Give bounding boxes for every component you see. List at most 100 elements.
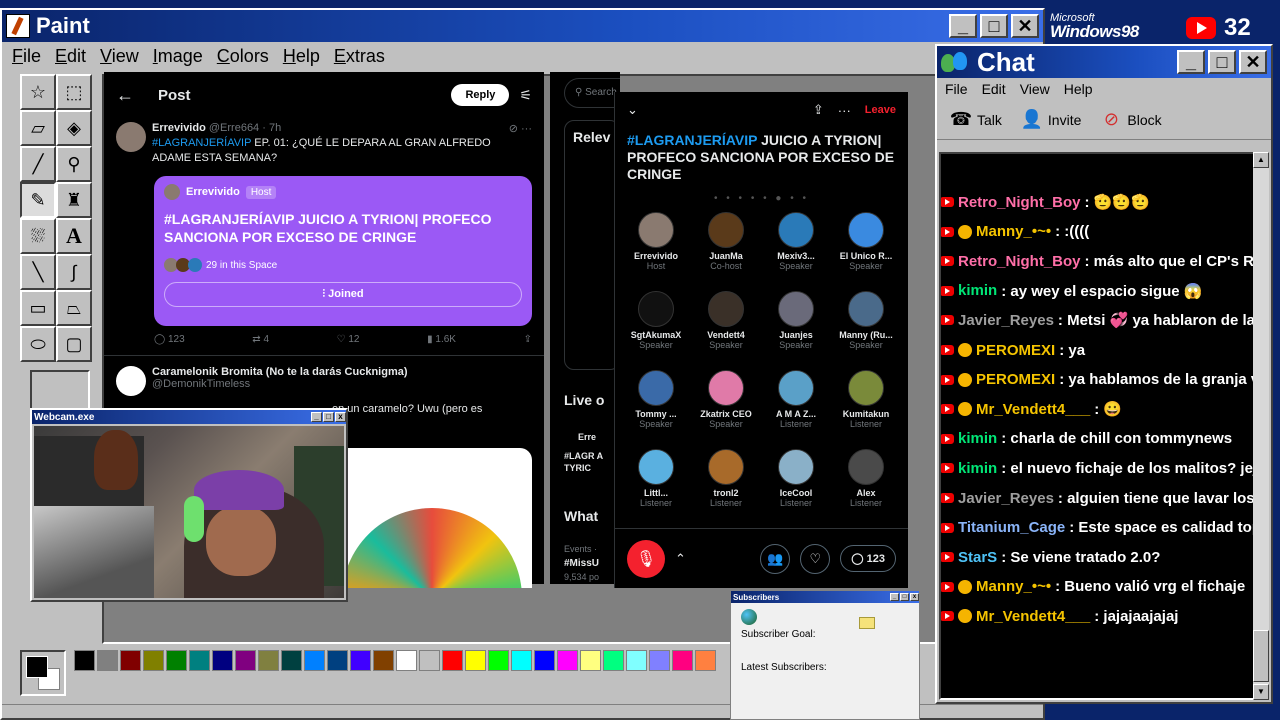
participant[interactable]: Littl... Listener	[621, 449, 691, 528]
palette-swatch[interactable]	[626, 650, 647, 671]
participant-avatar[interactable]	[708, 370, 744, 406]
scroll-up-icon[interactable]: ▲	[1253, 152, 1269, 168]
brush-icon[interactable]: ♜	[56, 182, 92, 218]
subscribers-window[interactable]: Subscribers _ □ x Subscriber Goal: Lates…	[730, 590, 920, 720]
palette-swatch[interactable]	[465, 650, 486, 671]
reply-action[interactable]: ◯ 123	[154, 334, 185, 345]
participant[interactable]: Tommy ... Speaker	[621, 370, 691, 449]
rectangle-icon[interactable]: ▭	[20, 290, 56, 326]
palette-swatch[interactable]	[419, 650, 440, 671]
participant[interactable]: IceCool Listener	[761, 449, 831, 528]
participant[interactable]: Juanjes Speaker	[761, 291, 831, 370]
avatar[interactable]	[116, 122, 146, 152]
palette-swatch[interactable]	[189, 650, 210, 671]
participant[interactable]: El Unico R... Speaker	[831, 212, 901, 291]
chat-username[interactable]: kimin	[958, 460, 997, 477]
participant[interactable]: Errevivido Host	[621, 212, 691, 291]
tweet-author-name[interactable]: Errevivido	[152, 122, 206, 134]
participant-avatar[interactable]	[848, 449, 884, 485]
participant-avatar[interactable]	[848, 212, 884, 248]
palette-swatch[interactable]	[212, 650, 233, 671]
palette-swatch[interactable]	[511, 650, 532, 671]
participant-avatar[interactable]	[778, 449, 814, 485]
chat-username[interactable]: Javier_Reyes	[958, 490, 1054, 507]
participant[interactable]: tronl2 Listener	[691, 449, 761, 528]
more-options-icon[interactable]: ···	[838, 103, 851, 118]
rect-select-icon[interactable]: ⬚	[56, 74, 92, 110]
react-heart-icon[interactable]: ♡	[800, 543, 831, 574]
chat-username[interactable]: Mr_Vendett4___	[976, 608, 1090, 625]
airbrush-icon[interactable]: ⛆	[20, 218, 56, 254]
chevron-up-icon[interactable]: ⌃	[675, 551, 686, 567]
trend-tag[interactable]: #MissU	[564, 558, 599, 569]
menu-file[interactable]: File	[12, 46, 41, 67]
close-button[interactable]: ✕	[1239, 50, 1267, 74]
curve-icon[interactable]: ∫	[56, 254, 92, 290]
participant-avatar[interactable]	[708, 449, 744, 485]
magnifier-icon[interactable]: ⚲	[56, 146, 92, 182]
participant[interactable]: A M A Z... Listener	[761, 370, 831, 449]
chat-username[interactable]: PEROMEXI	[976, 371, 1055, 388]
minimize-button[interactable]: _	[890, 593, 899, 601]
palette-swatch[interactable]	[442, 650, 463, 671]
chat-menu-view[interactable]: View	[1020, 81, 1050, 97]
grok-icon[interactable]: ⊘ ···	[509, 122, 532, 135]
participant-avatar[interactable]	[638, 212, 674, 248]
views-action[interactable]: ▮ 1.6K	[427, 334, 456, 345]
participant[interactable]: JuanMa Co-host	[691, 212, 761, 291]
palette-swatch[interactable]	[74, 650, 95, 671]
mic-muted-button[interactable]: 🎙	[627, 539, 665, 578]
chat-username[interactable]: kimin	[958, 282, 997, 299]
palette-swatch[interactable]	[235, 650, 256, 671]
talk-button[interactable]: ☎ Talk	[949, 108, 1002, 132]
leave-button[interactable]: Leave	[865, 104, 896, 116]
text-icon[interactable]: A	[56, 218, 92, 254]
chat-username[interactable]: Retro_Night_Boy	[958, 194, 1081, 211]
current-colors[interactable]	[20, 650, 66, 696]
palette-swatch[interactable]	[166, 650, 187, 671]
participant-avatar[interactable]	[778, 370, 814, 406]
palette-swatch[interactable]	[97, 650, 118, 671]
palette-swatch[interactable]	[695, 650, 716, 671]
palette-swatch[interactable]	[488, 650, 509, 671]
pencil-icon[interactable]: ✎	[20, 182, 56, 218]
space-card[interactable]: Errevivido Host #LAGRANJERÍAVIP JUICIO A…	[154, 176, 532, 326]
menu-edit[interactable]: Edit	[55, 46, 86, 67]
chat-username[interactable]: Manny_•~•	[976, 223, 1051, 240]
paint-titlebar[interactable]: Paint _ □ ✕	[2, 10, 1043, 42]
palette-swatch[interactable]	[534, 650, 555, 671]
tweet-errevivido[interactable]: Errevivido @Erre664 · 7h ⊘ ··· #LAGRANJE…	[104, 118, 544, 170]
palette-swatch[interactable]	[557, 650, 578, 671]
menu-image[interactable]: Image	[153, 46, 203, 67]
share-icon[interactable]: ⇪	[813, 102, 824, 118]
chat-username[interactable]: PEROMEXI	[976, 342, 1055, 359]
palette-swatch[interactable]	[327, 650, 348, 671]
polygon-icon[interactable]: ⏢	[56, 290, 92, 326]
share-icon[interactable]: ⇪	[524, 334, 532, 345]
chat-username[interactable]: StarS	[958, 549, 997, 566]
minimize-button[interactable]: _	[949, 14, 977, 38]
close-button[interactable]: x	[910, 593, 919, 601]
hashtag-link[interactable]: #LAGRANJERÍAVIP	[152, 137, 251, 149]
fill-bucket-icon[interactable]: ◈	[56, 110, 92, 146]
participant-avatar[interactable]	[708, 291, 744, 327]
participant-avatar[interactable]	[708, 212, 744, 248]
space-hashtag[interactable]: #LAGRANJERÍAVIP	[627, 132, 757, 148]
maximize-button[interactable]: □	[900, 593, 909, 601]
palette-swatch[interactable]	[672, 650, 693, 671]
back-arrow-icon[interactable]: ←	[116, 85, 146, 106]
close-button[interactable]: ✕	[1011, 14, 1039, 38]
chat-username[interactable]: Manny_•~•	[976, 578, 1051, 595]
chat-titlebar[interactable]: Chat _ □ ✕	[937, 46, 1271, 78]
menu-extras[interactable]: Extras	[334, 46, 385, 67]
comments-button[interactable]: ◯ 123	[840, 545, 896, 572]
color-picker-icon[interactable]: ╱	[20, 146, 56, 182]
participant-avatar[interactable]	[778, 291, 814, 327]
search-input[interactable]: ⚲ Search	[564, 78, 620, 108]
joined-button[interactable]: ⫶ Joined	[164, 282, 522, 307]
ellipse-icon[interactable]: ⬭	[20, 326, 56, 362]
maximize-button[interactable]: □	[323, 412, 334, 422]
block-button[interactable]: ⊘ Block	[1099, 108, 1162, 132]
subscribers-titlebar[interactable]: Subscribers _ □ x	[731, 591, 919, 603]
chat-menu-edit[interactable]: Edit	[982, 81, 1006, 97]
